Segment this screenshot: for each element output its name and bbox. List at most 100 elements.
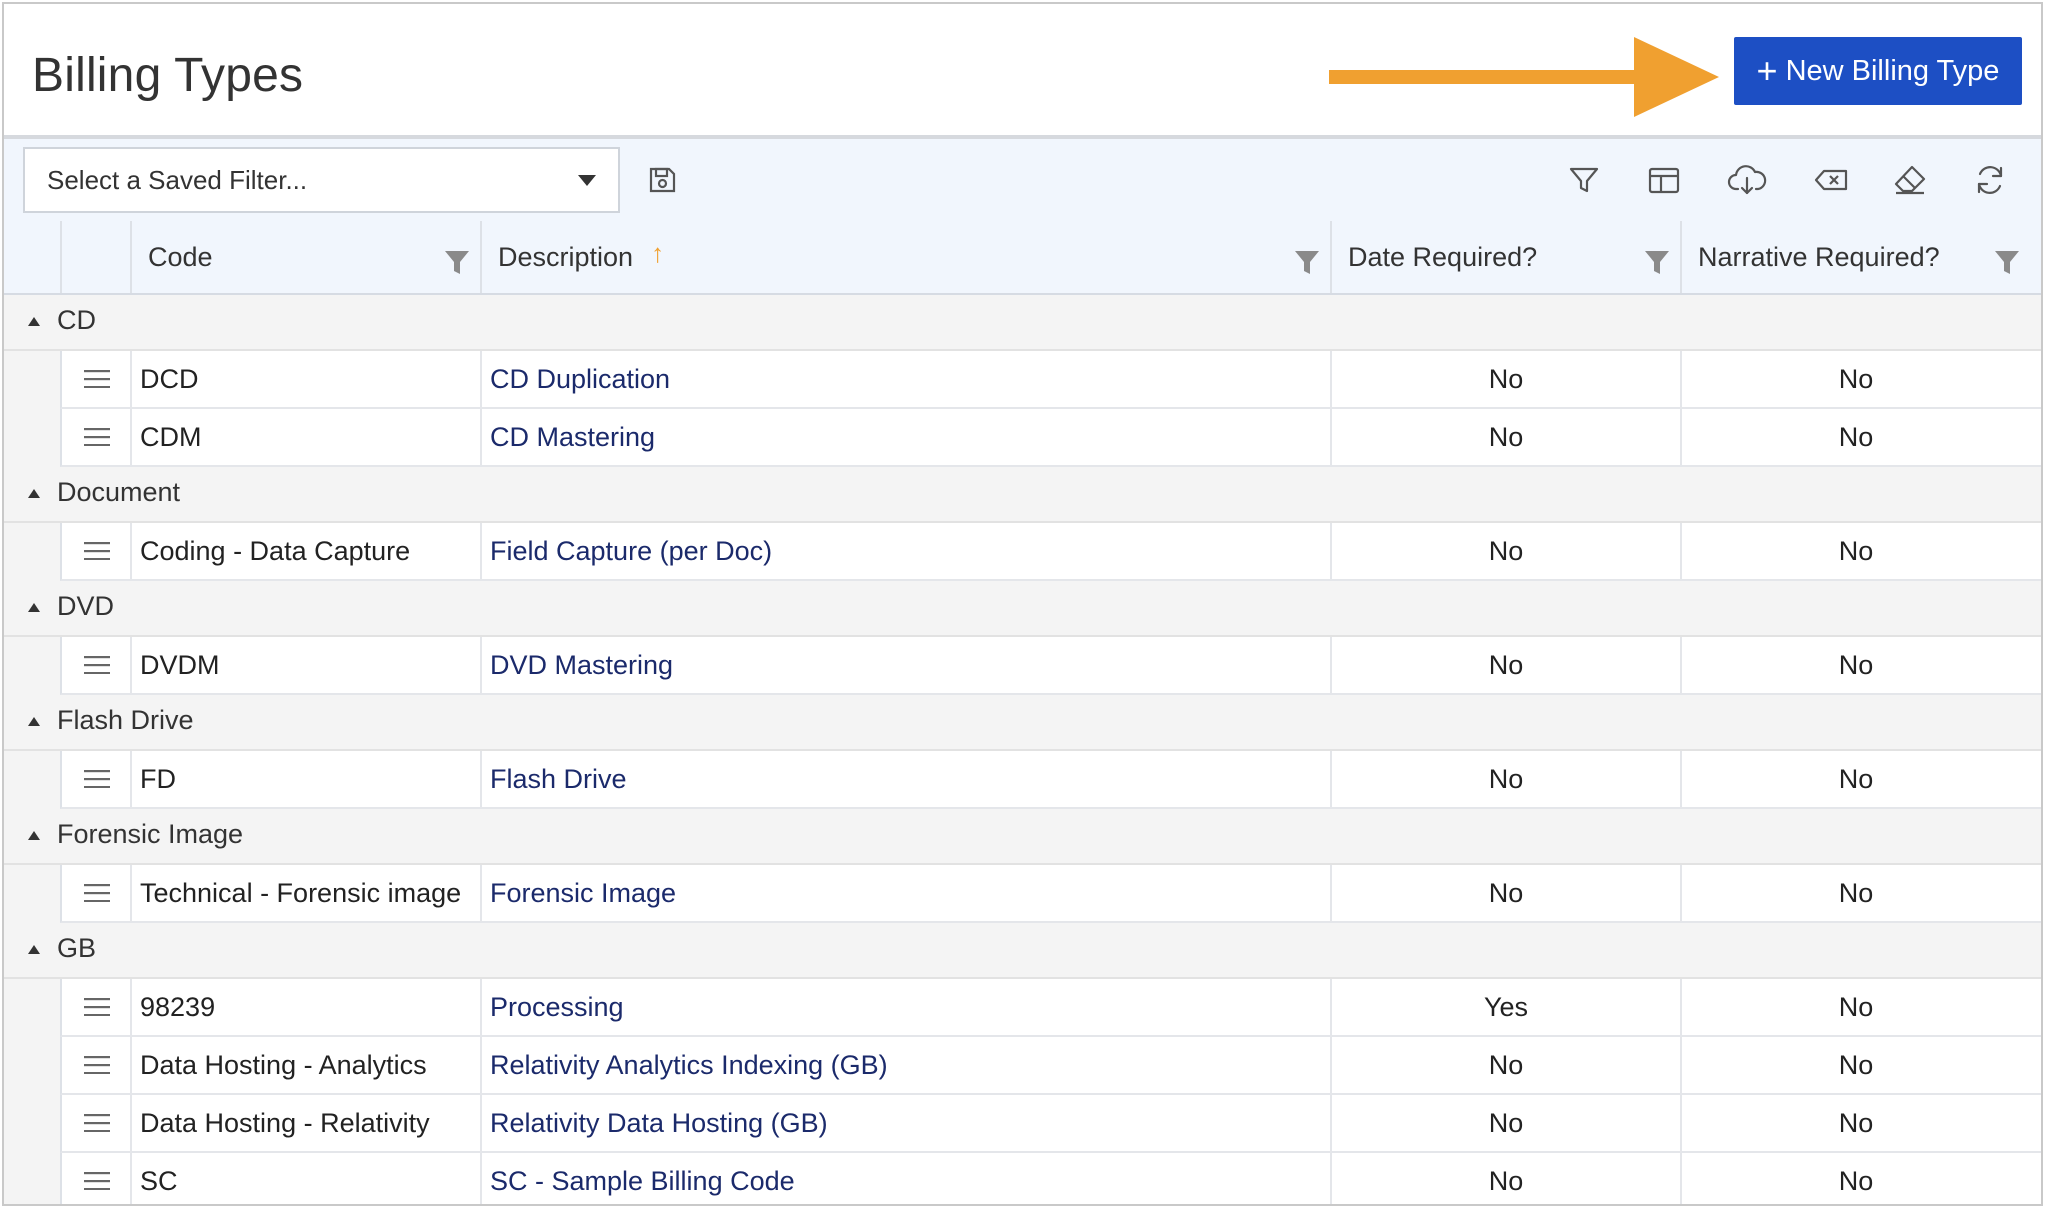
refresh-icon[interactable] xyxy=(1972,162,2008,198)
description-link[interactable]: Flash Drive xyxy=(482,764,627,795)
table-row[interactable]: DCD CD Duplication No No xyxy=(60,351,2041,409)
cell-description[interactable]: CD Duplication xyxy=(480,351,1330,407)
column-header-description[interactable]: Description ↑ xyxy=(480,221,1330,293)
date-required-value: No xyxy=(1488,649,1524,680)
hamburger-icon[interactable] xyxy=(84,884,110,902)
saved-filter-select[interactable]: Select a Saved Filter... xyxy=(23,147,620,213)
cell-narrative-required: No xyxy=(1680,409,2030,465)
table-row[interactable]: Technical - Forensic image Forensic Image… xyxy=(60,865,2041,923)
cell-description[interactable]: Field Capture (per Doc) xyxy=(480,523,1330,579)
hamburger-icon[interactable] xyxy=(84,542,110,560)
cell-description[interactable]: Forensic Image xyxy=(480,865,1330,921)
row-drag-handle[interactable] xyxy=(62,1095,130,1151)
group-row[interactable]: Flash Drive xyxy=(4,695,2041,751)
description-link[interactable]: Relativity Data Hosting (GB) xyxy=(482,1108,828,1139)
cell-narrative-required: No xyxy=(1680,1153,2030,1204)
collapse-triangle-icon[interactable] xyxy=(28,717,40,726)
table-row[interactable]: Data Hosting - Relativity Relativity Data… xyxy=(60,1095,2041,1153)
eraser-icon[interactable] xyxy=(1892,162,1928,198)
cell-code: FD xyxy=(130,751,480,807)
row-drag-handle[interactable] xyxy=(62,1037,130,1093)
column-filter-icon[interactable] xyxy=(1994,249,2020,275)
hamburger-icon[interactable] xyxy=(84,770,110,788)
cell-description[interactable]: DVD Mastering xyxy=(480,637,1330,693)
clear-filter-icon[interactable] xyxy=(1812,162,1852,198)
table-row[interactable]: Coding - Data Capture Field Capture (per … xyxy=(60,523,2041,581)
description-link[interactable]: Forensic Image xyxy=(482,878,676,909)
row-drag-handle[interactable] xyxy=(62,979,130,1035)
cell-date-required: No xyxy=(1330,637,1680,693)
cell-description[interactable]: SC - Sample Billing Code xyxy=(480,1153,1330,1204)
description-link[interactable]: Field Capture (per Doc) xyxy=(482,536,772,567)
collapse-triangle-icon[interactable] xyxy=(28,317,40,326)
cloud-download-icon[interactable] xyxy=(1727,162,1767,198)
table-row[interactable]: DVDM DVD Mastering No No xyxy=(60,637,2041,695)
column-header-date-required[interactable]: Date Required? xyxy=(1330,221,1680,293)
hamburger-icon[interactable] xyxy=(84,656,110,674)
row-drag-handle[interactable] xyxy=(62,409,130,465)
column-filter-icon[interactable] xyxy=(1644,249,1670,275)
row-drag-handle[interactable] xyxy=(62,1153,130,1204)
group-row[interactable]: GB xyxy=(4,923,2041,979)
code-value: SC xyxy=(140,1165,178,1196)
hamburger-icon[interactable] xyxy=(84,370,110,388)
row-drag-handle[interactable] xyxy=(62,523,130,579)
save-icon[interactable] xyxy=(644,162,680,198)
hamburger-icon[interactable] xyxy=(84,1172,110,1190)
hamburger-icon[interactable] xyxy=(84,998,110,1016)
hamburger-icon[interactable] xyxy=(84,428,110,446)
collapse-triangle-icon[interactable] xyxy=(28,603,40,612)
cell-code: CDM xyxy=(130,409,480,465)
description-link[interactable]: SC - Sample Billing Code xyxy=(482,1166,795,1197)
new-billing-type-label: New Billing Type xyxy=(1785,54,2000,87)
hamburger-icon[interactable] xyxy=(84,1114,110,1132)
table-row[interactable]: CDM CD Mastering No No xyxy=(60,409,2041,467)
cell-date-required: No xyxy=(1330,1153,1680,1204)
table-row[interactable]: SC SC - Sample Billing Code No No xyxy=(60,1153,2041,1204)
narrative-required-value: No xyxy=(1838,649,1874,680)
filter-icon[interactable] xyxy=(1566,162,1602,198)
cell-description[interactable]: Processing xyxy=(480,979,1330,1035)
description-link[interactable]: DVD Mastering xyxy=(482,650,673,681)
group-row[interactable]: DVD xyxy=(4,581,2041,637)
column-header-narrative-required[interactable]: Narrative Required? xyxy=(1680,221,2030,293)
cell-narrative-required: No xyxy=(1680,523,2030,579)
code-value: Technical - Forensic image xyxy=(140,877,462,908)
column-header-code[interactable]: Code xyxy=(130,221,480,293)
cell-description[interactable]: Relativity Analytics Indexing (GB) xyxy=(480,1037,1330,1093)
code-value: DVDM xyxy=(140,649,220,680)
cell-code: Technical - Forensic image xyxy=(130,865,480,921)
group-row[interactable]: Document xyxy=(4,467,2041,523)
cell-description[interactable]: Flash Drive xyxy=(480,751,1330,807)
new-billing-type-button[interactable]: + New Billing Type xyxy=(1734,37,2022,105)
row-drag-handle[interactable] xyxy=(62,351,130,407)
group-label: GB xyxy=(57,933,97,963)
narrative-required-value: No xyxy=(1838,421,1874,452)
row-drag-handle[interactable] xyxy=(62,751,130,807)
hamburger-icon[interactable] xyxy=(84,1056,110,1074)
narrative-required-value: No xyxy=(1838,363,1874,394)
description-link[interactable]: CD Mastering xyxy=(482,422,655,453)
columns-icon[interactable] xyxy=(1646,162,1682,198)
cell-code: SC xyxy=(130,1153,480,1204)
group-row[interactable]: Forensic Image xyxy=(4,809,2041,865)
description-link[interactable]: CD Duplication xyxy=(482,364,670,395)
table-row[interactable]: FD Flash Drive No No xyxy=(60,751,2041,809)
collapse-triangle-icon[interactable] xyxy=(28,831,40,840)
narrative-required-value: No xyxy=(1838,1049,1874,1080)
description-link[interactable]: Processing xyxy=(482,992,624,1023)
cell-description[interactable]: Relativity Data Hosting (GB) xyxy=(480,1095,1330,1151)
collapse-triangle-icon[interactable] xyxy=(28,489,40,498)
plus-icon: + xyxy=(1756,50,1778,91)
group-row[interactable]: CD xyxy=(4,295,2041,351)
table-row[interactable]: Data Hosting - Analytics Relativity Analy… xyxy=(60,1037,2041,1095)
row-drag-handle[interactable] xyxy=(62,637,130,693)
cell-description[interactable]: CD Mastering xyxy=(480,409,1330,465)
table-row[interactable]: 98239 Processing Yes No xyxy=(60,979,2041,1037)
column-filter-icon[interactable] xyxy=(444,249,470,275)
row-drag-handle[interactable] xyxy=(62,865,130,921)
collapse-triangle-icon[interactable] xyxy=(28,945,40,954)
column-filter-icon[interactable] xyxy=(1294,249,1320,275)
description-link[interactable]: Relativity Analytics Indexing (GB) xyxy=(482,1050,888,1081)
cell-narrative-required: No xyxy=(1680,751,2030,807)
